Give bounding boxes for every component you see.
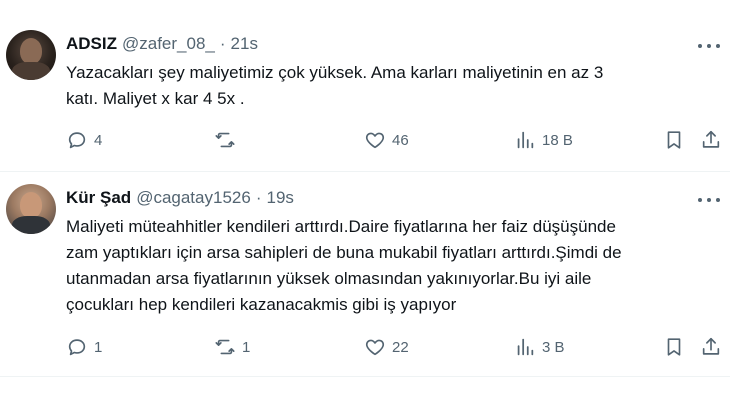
share-button[interactable]: [700, 336, 722, 358]
like-count: 22: [392, 338, 409, 356]
avatar[interactable]: [6, 184, 56, 234]
tweet[interactable]: ADSIZ @zafer_08_ · 21s Yazacakları şey m…: [0, 0, 730, 172]
more-icon[interactable]: [698, 196, 720, 204]
avatar-shoulders: [12, 216, 50, 234]
repost-button[interactable]: 1: [214, 336, 250, 358]
reply-count: 1: [94, 338, 103, 356]
tweet-text: Maliyeti müteahhitler kendileri arttırdı…: [66, 217, 622, 314]
user-handle[interactable]: @cagatay1526: [136, 188, 251, 208]
reply-count: 4: [94, 131, 103, 149]
bookmark-icon: [667, 338, 681, 356]
tweet-header: Kür Şad @cagatay1526 · 19s: [66, 188, 294, 208]
bookmark-button[interactable]: [663, 129, 685, 151]
more-icon[interactable]: [698, 42, 720, 50]
tweet-header: ADSIZ @zafer_08_ · 21s: [66, 34, 258, 54]
tweet[interactable]: Kür Şad @cagatay1526 · 19s Maliyeti müte…: [0, 172, 730, 377]
share-icon: [702, 130, 720, 148]
repost-count: 1: [242, 338, 251, 356]
avatar-face: [20, 38, 42, 64]
like-button[interactable]: 22: [364, 336, 409, 358]
repost-icon: [215, 132, 235, 148]
tweet-text: Yazacakları şey maliyetimiz çok yüksek. …: [66, 63, 604, 108]
reply-button[interactable]: 1: [66, 336, 102, 358]
avatar-shoulders: [12, 62, 50, 80]
share-button[interactable]: [700, 129, 722, 151]
views-icon: [517, 338, 534, 356]
bookmark-button[interactable]: [663, 336, 685, 358]
reply-button[interactable]: 4: [66, 129, 102, 151]
user-handle[interactable]: @zafer_08_: [122, 34, 215, 54]
reply-icon: [68, 339, 86, 356]
views-button[interactable]: 18 B: [514, 129, 573, 151]
timestamp[interactable]: 21s: [231, 34, 258, 54]
display-name[interactable]: ADSIZ: [66, 34, 117, 54]
reply-icon: [68, 132, 86, 149]
avatar[interactable]: [6, 30, 56, 80]
repost-icon: [215, 339, 235, 355]
bookmark-icon: [667, 131, 681, 149]
views-icon: [517, 131, 534, 149]
display-name[interactable]: Kür Şad: [66, 188, 131, 208]
heart-icon: [365, 339, 385, 356]
heart-icon: [365, 132, 385, 149]
avatar-face: [20, 192, 42, 218]
separator-dot: ·: [219, 34, 226, 53]
timestamp[interactable]: 19s: [266, 188, 293, 208]
views-button[interactable]: 3 B: [514, 336, 565, 358]
like-button[interactable]: 46: [364, 129, 409, 151]
separator-dot: ·: [255, 188, 262, 207]
view-count: 3 B: [542, 338, 565, 356]
like-count: 46: [392, 131, 409, 149]
view-count: 18 B: [542, 131, 573, 149]
repost-button[interactable]: [214, 129, 242, 151]
share-icon: [702, 337, 720, 355]
